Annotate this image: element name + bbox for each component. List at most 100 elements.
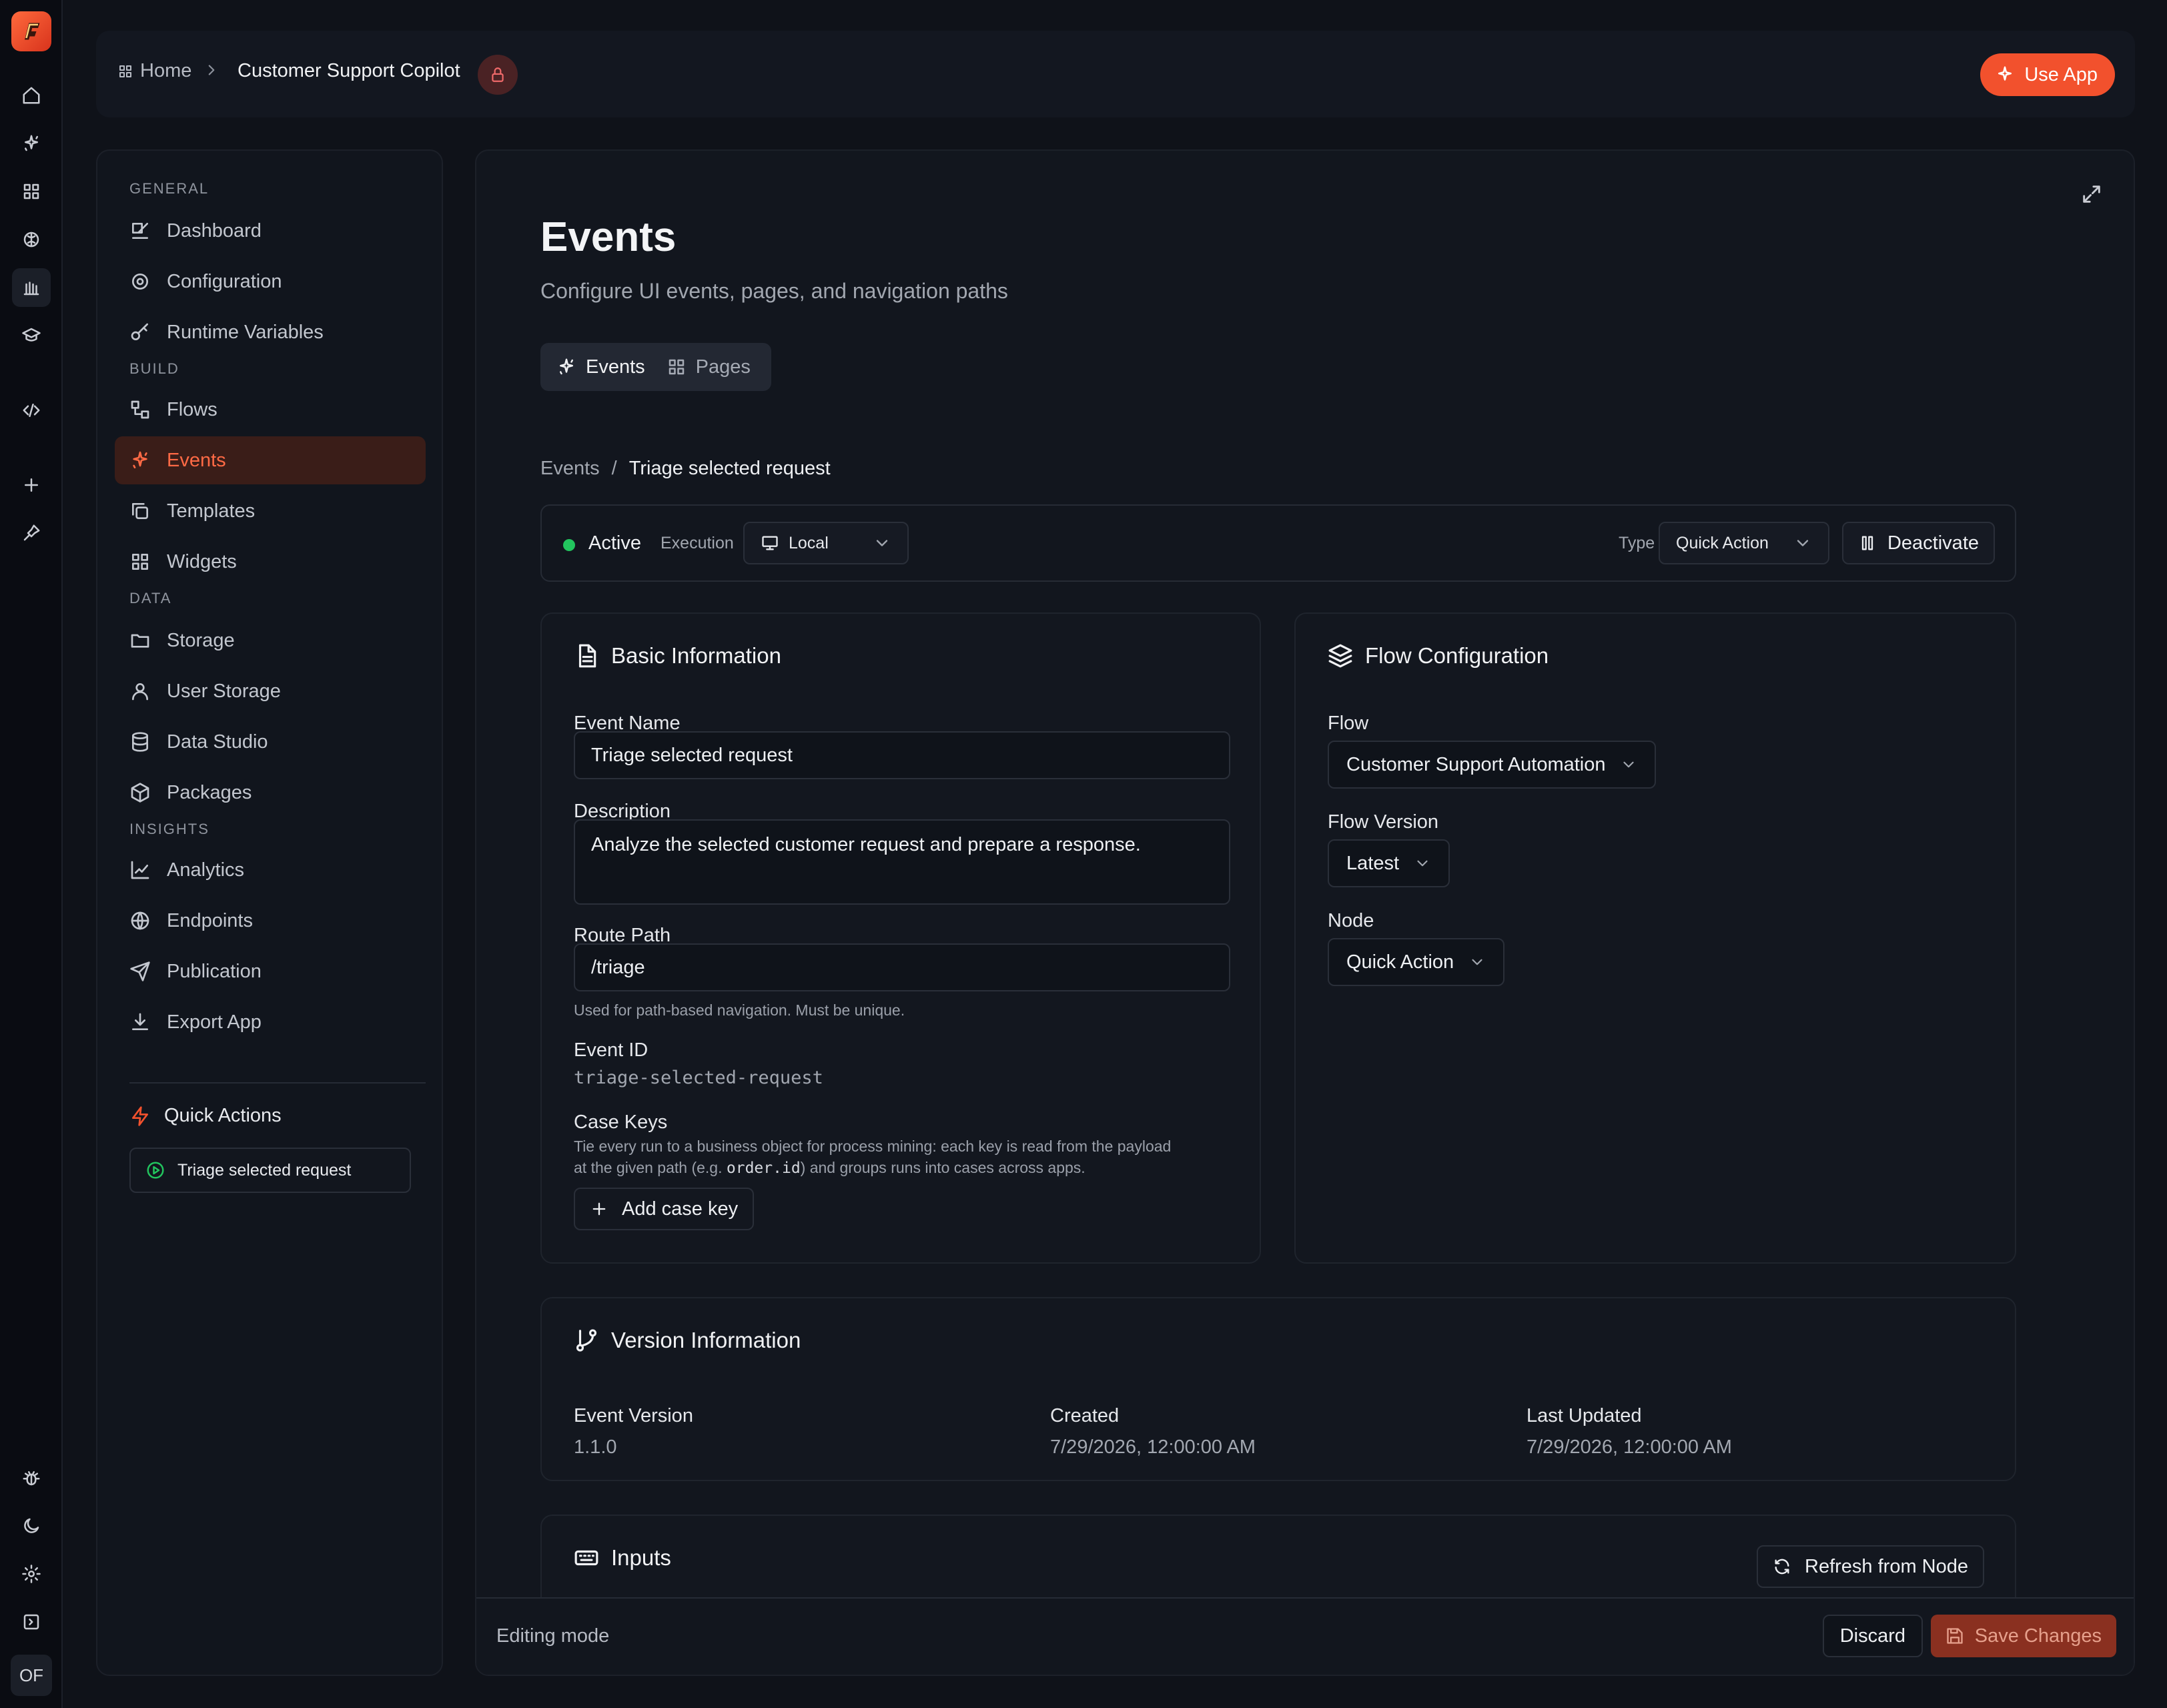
flow-version-select[interactable]: Latest (1328, 839, 1450, 887)
flow-select[interactable]: Customer Support Automation (1328, 741, 1657, 789)
sidebar-item-events[interactable]: Events (115, 436, 426, 484)
sidebar-item-storage[interactable]: Storage (115, 616, 426, 665)
user-avatar[interactable]: OF (11, 1655, 52, 1696)
app-logo-icon[interactable] (11, 11, 51, 51)
quick-action-item[interactable]: Triage selected request (129, 1148, 411, 1193)
tab-events[interactable]: Events (546, 348, 656, 386)
type-select[interactable]: Quick Action (1659, 522, 1829, 564)
flow-version-label: Flow Version (1328, 811, 1439, 833)
add-case-key-button[interactable]: Add case key (574, 1188, 755, 1230)
sidebar-item-packages[interactable]: Packages (115, 769, 426, 817)
library-icon[interactable] (12, 268, 51, 307)
event-status-bar: Active Execution Local Type Quick Action… (540, 504, 2016, 582)
plus-icon[interactable] (12, 466, 51, 504)
code-icon[interactable] (12, 391, 51, 430)
git-branch-icon (576, 1329, 597, 1352)
deactivate-label: Deactivate (1887, 532, 1979, 554)
pin-icon[interactable] (12, 514, 51, 552)
sidebar-item-label: Endpoints (167, 909, 253, 931)
sidebar-item-configuration[interactable]: Configuration (115, 258, 426, 306)
folder-icon (131, 634, 149, 648)
sidebar-item-label: Templates (167, 500, 256, 522)
card-title: Inputs (611, 1545, 671, 1570)
editing-mode-label: Editing mode (496, 1625, 610, 1647)
expand-icon[interactable] (2080, 183, 2103, 205)
tab-bar: Events Pages (540, 343, 771, 391)
card-title: Basic Information (611, 643, 781, 668)
created-label: Created (1050, 1405, 1120, 1426)
play-circle-icon (147, 1162, 164, 1179)
sidebar-item-templates[interactable]: Templates (115, 487, 426, 535)
use-app-button[interactable]: Use App (1980, 53, 2115, 96)
sidebar-item-label: User Storage (167, 680, 281, 702)
discard-button[interactable]: Discard (1822, 1615, 1923, 1657)
brain-icon[interactable] (12, 220, 51, 259)
card-title: Flow Configuration (1365, 643, 1549, 668)
save-changes-button[interactable]: Save Changes (1930, 1615, 2116, 1657)
database-icon (132, 732, 148, 752)
sidebar-item-label: Events (167, 449, 226, 471)
execution-select[interactable]: Local (743, 522, 909, 564)
tab-label: Pages (695, 356, 751, 378)
sidebar-item-publication[interactable]: Publication (115, 947, 426, 995)
route-path-value: /triage (591, 956, 645, 978)
description-textarea[interactable]: Analyze the selected customer request an… (574, 819, 1230, 905)
edit-icon (132, 223, 148, 239)
refresh-icon (1775, 1559, 1789, 1575)
case-keys-hint-text-b: ) and groups runs into cases across apps… (800, 1159, 1086, 1176)
page-title: Events (540, 214, 677, 260)
sidebar-item-analytics[interactable]: Analytics (115, 846, 426, 894)
status-label: Active (588, 532, 641, 554)
lock-icon[interactable] (478, 55, 518, 95)
gear-icon[interactable] (12, 1555, 51, 1593)
event-name-input[interactable]: Triage selected request (574, 731, 1230, 779)
route-path-input[interactable]: /triage (574, 943, 1230, 991)
sidebar-item-user-storage[interactable]: User Storage (115, 667, 426, 715)
chevron-down-icon (1417, 860, 1428, 867)
sidebar-item-data-studio[interactable]: Data Studio (115, 718, 426, 766)
node-value: Quick Action (1346, 951, 1454, 973)
sparkles-icon[interactable] (12, 124, 51, 163)
key-icon (131, 323, 148, 340)
grid-icon[interactable] (12, 172, 51, 211)
panel-toggle-icon[interactable] (12, 1603, 51, 1641)
card-heading: Flow Configuration (1328, 643, 1549, 669)
pause-icon (1861, 536, 1873, 550)
case-keys-hint-text-a: at the given path (e.g. (574, 1159, 727, 1176)
sidebar-item-label: Analytics (167, 859, 245, 881)
graduation-icon[interactable] (12, 316, 51, 355)
bug-icon[interactable] (12, 1458, 51, 1497)
sidebar-item-export-app[interactable]: Export App (115, 998, 426, 1046)
package-icon (131, 783, 149, 803)
deactivate-button[interactable]: Deactivate (1841, 522, 1995, 564)
keyboard-icon (574, 1550, 598, 1566)
route-path-hint: Used for path-based navigation. Must be … (574, 1001, 905, 1019)
card-heading: Basic Information (574, 643, 781, 669)
sidebar-item-widgets[interactable]: Widgets (115, 538, 426, 586)
refresh-from-node-button[interactable]: Refresh from Node (1757, 1545, 1984, 1588)
main-panel: Events Configure UI events, pages, and n… (475, 149, 2135, 1676)
breadcrumb-current: Triage selected request (628, 458, 831, 479)
sidebar-item-label: Configuration (167, 270, 282, 292)
breadcrumb-app-title: Customer Support Copilot (238, 60, 460, 81)
tab-pages[interactable]: Pages (656, 348, 761, 386)
sidebar-item-flows[interactable]: Flows (115, 386, 426, 434)
sidebar-item-runtime-variables[interactable]: Runtime Variables (115, 308, 426, 356)
breadcrumb-events-link[interactable]: Events (540, 458, 600, 480)
node-select[interactable]: Quick Action (1328, 938, 1505, 986)
breadcrumb-home[interactable]: Home (117, 60, 191, 82)
sparkles-icon (560, 358, 573, 375)
sidebar-item-dashboard[interactable]: Dashboard (115, 207, 426, 255)
section-insights: INSIGHTS (129, 821, 209, 837)
save-changes-label: Save Changes (1974, 1625, 2102, 1647)
sidebar-item-endpoints[interactable]: Endpoints (115, 897, 426, 945)
moon-icon[interactable] (12, 1507, 51, 1545)
home-icon[interactable] (12, 76, 51, 115)
chevron-down-icon (1623, 761, 1635, 768)
editing-footer: Editing mode Discard Save Changes (476, 1597, 2134, 1675)
flow-icon (131, 400, 149, 419)
copy-icon (132, 503, 148, 519)
last-updated-value: 7/29/2026, 12:00:00 AM (1527, 1436, 1732, 1458)
event-name-value: Triage selected request (591, 744, 793, 766)
download-icon (132, 1013, 148, 1030)
